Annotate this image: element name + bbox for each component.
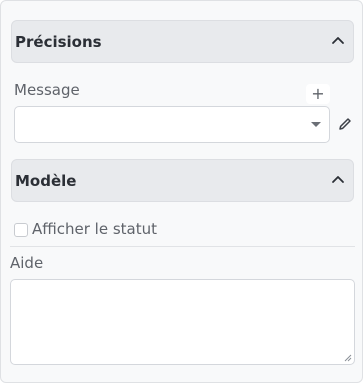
- properties-panel: Précisions Message + Modèle Afficher le …: [0, 0, 363, 383]
- modele-section-title: Modèle: [15, 172, 77, 190]
- modele-section-header[interactable]: Modèle: [11, 159, 354, 202]
- precisions-section-header[interactable]: Précisions: [11, 20, 354, 63]
- show-status-checkbox[interactable]: [14, 223, 28, 237]
- plus-icon: +: [311, 84, 325, 103]
- message-label: Message: [14, 81, 80, 99]
- aide-textarea[interactable]: [10, 279, 355, 365]
- pencil-icon[interactable]: [337, 116, 353, 132]
- precisions-section-title: Précisions: [15, 33, 102, 51]
- add-message-button[interactable]: +: [306, 84, 330, 104]
- chevron-up-icon[interactable]: [329, 171, 347, 189]
- aide-label: Aide: [10, 254, 44, 272]
- message-select[interactable]: [14, 106, 330, 143]
- caret-down-icon: [311, 122, 321, 127]
- show-status-label[interactable]: Afficher le statut: [32, 220, 157, 238]
- divider: [10, 246, 355, 247]
- chevron-up-icon[interactable]: [329, 32, 347, 50]
- resize-handle-icon[interactable]: [344, 354, 352, 362]
